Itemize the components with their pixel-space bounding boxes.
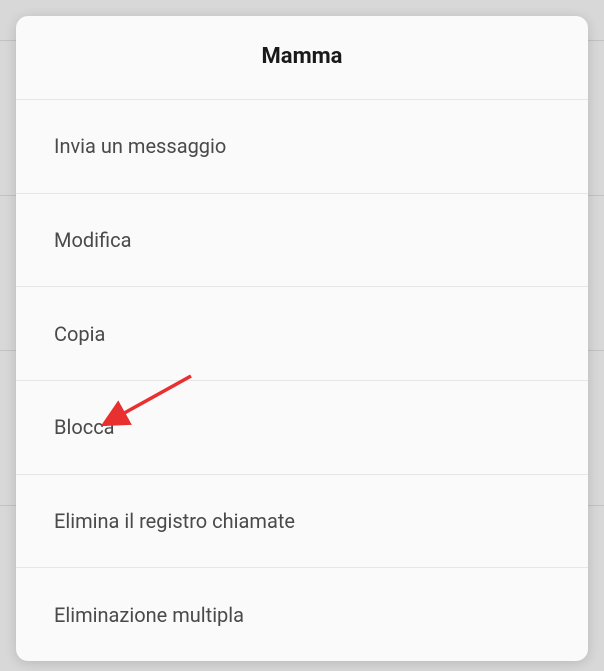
menu-item-delete-call-log[interactable]: Elimina il registro chiamate: [16, 475, 588, 569]
menu-item-label: Eliminazione multipla: [54, 603, 244, 627]
menu-item-multi-delete[interactable]: Eliminazione multipla: [16, 568, 588, 661]
dialog-title: Mamma: [36, 44, 568, 69]
menu-item-label: Modifica: [54, 228, 131, 252]
menu-item-label: Elimina il registro chiamate: [54, 509, 295, 533]
menu-item-copy[interactable]: Copia: [16, 287, 588, 381]
menu-item-send-message[interactable]: Invia un messaggio: [16, 100, 588, 194]
menu-item-label: Copia: [54, 322, 105, 346]
contact-action-dialog: Mamma Invia un messaggio Modifica Copia …: [16, 16, 588, 661]
dialog-header: Mamma: [16, 16, 588, 100]
menu-item-edit[interactable]: Modifica: [16, 194, 588, 288]
menu-item-label: Invia un messaggio: [54, 134, 226, 158]
action-menu: Invia un messaggio Modifica Copia Blocca…: [16, 100, 588, 661]
menu-item-label: Blocca: [54, 415, 115, 439]
menu-item-block[interactable]: Blocca: [16, 381, 588, 475]
